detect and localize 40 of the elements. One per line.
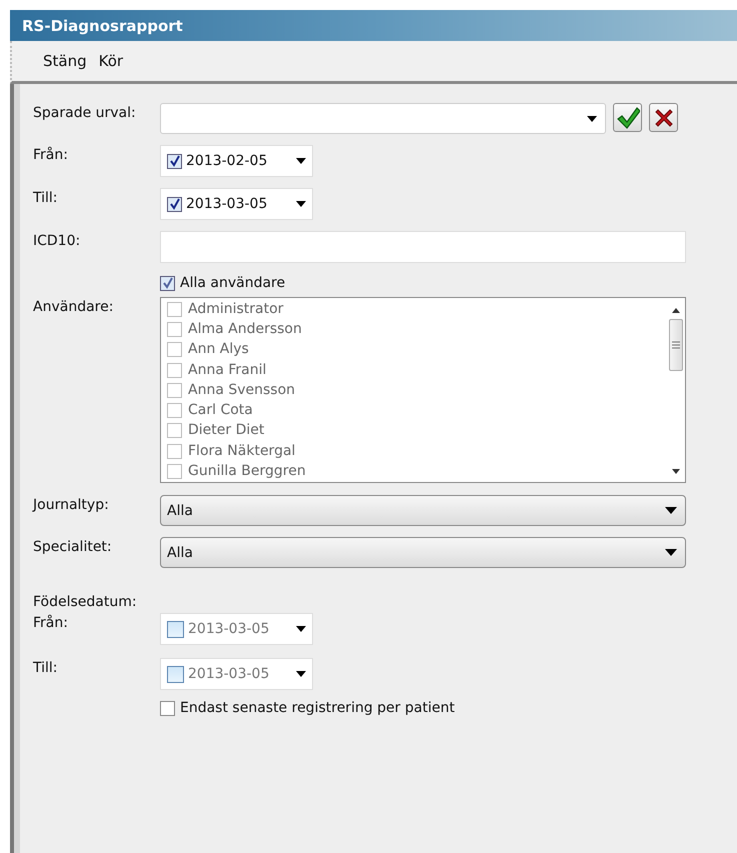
menu-item[interactable]: Stäng	[42, 50, 88, 72]
checkbox[interactable]	[167, 154, 182, 168]
caret-icon	[665, 507, 677, 514]
field-label: Specialitet:	[33, 538, 113, 555]
window-title: RS-Diagnosrapport	[22, 16, 183, 34]
date-picker[interactable]: 2013-03-05	[160, 613, 313, 645]
caret-icon	[296, 158, 306, 164]
field-label: Från:	[33, 146, 69, 163]
checkbox-square[interactable]	[160, 700, 175, 716]
journal-type-dropdown[interactable]: Alla	[160, 495, 686, 526]
field-label: ICD10:	[33, 232, 82, 249]
confirm-button[interactable]	[613, 103, 642, 132]
date-picker[interactable]: 2013-02-05	[160, 145, 313, 177]
icd10-input-field[interactable]	[160, 231, 686, 263]
field-label: Journaltyp:	[33, 496, 110, 513]
specialty-dropdown[interactable]: Alla	[160, 537, 686, 568]
date-picker[interactable]: 2013-03-05	[160, 188, 313, 220]
grip-icon	[672, 341, 680, 349]
close-icon	[654, 108, 674, 128]
all-users-checkbox[interactable]: Alla användare	[160, 275, 286, 291]
date-picker[interactable]: 2013-03-05	[160, 658, 313, 690]
caret-icon	[296, 671, 306, 677]
checkbox[interactable]	[167, 196, 182, 212]
menu-item[interactable]: Kör	[98, 50, 124, 72]
checkmark-icon	[616, 106, 640, 128]
caret-icon	[665, 549, 677, 556]
field-label: Sparade urval:	[33, 104, 137, 121]
checkbox-square[interactable]	[160, 276, 175, 290]
field-label: Användare:	[33, 298, 114, 315]
checkbox[interactable]	[167, 666, 184, 682]
field-label: Till:	[33, 189, 59, 206]
field-label: Till:	[33, 659, 59, 676]
caret-icon	[296, 626, 306, 632]
section-label: Födelsedatum:	[33, 593, 138, 610]
caret-icon	[296, 201, 306, 207]
delete-button[interactable]	[649, 103, 678, 132]
checkbox[interactable]	[167, 620, 184, 638]
caret-icon	[587, 116, 597, 122]
latest-only-checkbox[interactable]: Endast senaste registrering per patient	[160, 700, 455, 716]
field-label: Från:	[33, 614, 69, 631]
